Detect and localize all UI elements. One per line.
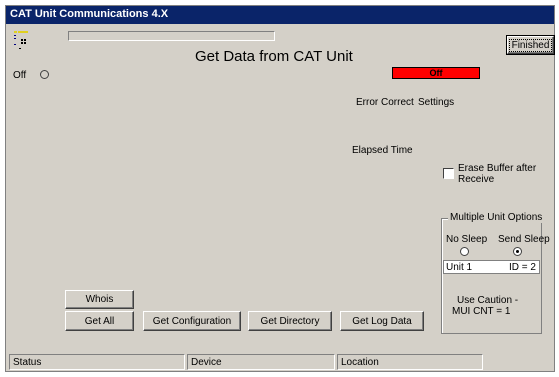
- status-cell: Status: [9, 354, 185, 370]
- erase-buffer-checkbox[interactable]: [443, 168, 454, 179]
- no-sleep-radio[interactable]: [460, 247, 469, 256]
- no-sleep-label: No Sleep: [446, 234, 488, 245]
- finished-button[interactable]: Finished: [506, 35, 555, 55]
- multi-unit-group-label: Multiple Unit Options: [448, 212, 545, 223]
- app-window: CAT Unit Communications 4.X Get Data fro…: [5, 5, 555, 372]
- unit-select[interactable]: Unit 1 ID = 2: [443, 260, 540, 274]
- caution-line-2: MUI CNT = 1: [452, 306, 511, 317]
- status-indicator: Off: [392, 67, 480, 79]
- erase-buffer-label-1: Erase Buffer after: [458, 163, 537, 174]
- erase-buffer-label-2: Receive: [458, 174, 495, 185]
- title-bar: CAT Unit Communications 4.X: [6, 6, 554, 24]
- get-log-data-button[interactable]: Get Log Data: [340, 311, 424, 331]
- status-label: Status: [13, 357, 42, 368]
- keypad-icon[interactable]: [13, 29, 31, 51]
- location-cell: Location: [337, 354, 483, 370]
- progress-bar: [68, 31, 275, 41]
- location-label: Location: [341, 357, 379, 368]
- settings-label: Settings: [418, 97, 455, 108]
- window-title: CAT Unit Communications 4.X: [10, 8, 169, 20]
- page-heading: Get Data from CAT Unit: [195, 48, 353, 65]
- device-cell: Device: [187, 354, 335, 370]
- unit-id: ID = 2: [509, 262, 536, 273]
- send-sleep-radio[interactable]: [513, 247, 522, 256]
- power-label: Off: [13, 70, 27, 81]
- get-directory-button[interactable]: Get Directory: [248, 311, 332, 331]
- send-sleep-label: Send Sleep: [498, 234, 550, 245]
- elapsed-time-label: Elapsed Time: [352, 145, 413, 156]
- get-all-button[interactable]: Get All: [65, 311, 134, 331]
- device-label: Device: [191, 357, 222, 368]
- error-correct-label: Error Correct: [356, 97, 414, 108]
- unit-name: Unit 1: [446, 262, 473, 273]
- radio-icon[interactable]: [40, 70, 49, 79]
- get-configuration-button[interactable]: Get Configuration: [143, 311, 241, 331]
- caution-line-1: Use Caution -: [457, 295, 519, 306]
- whois-button[interactable]: Whois: [65, 290, 134, 309]
